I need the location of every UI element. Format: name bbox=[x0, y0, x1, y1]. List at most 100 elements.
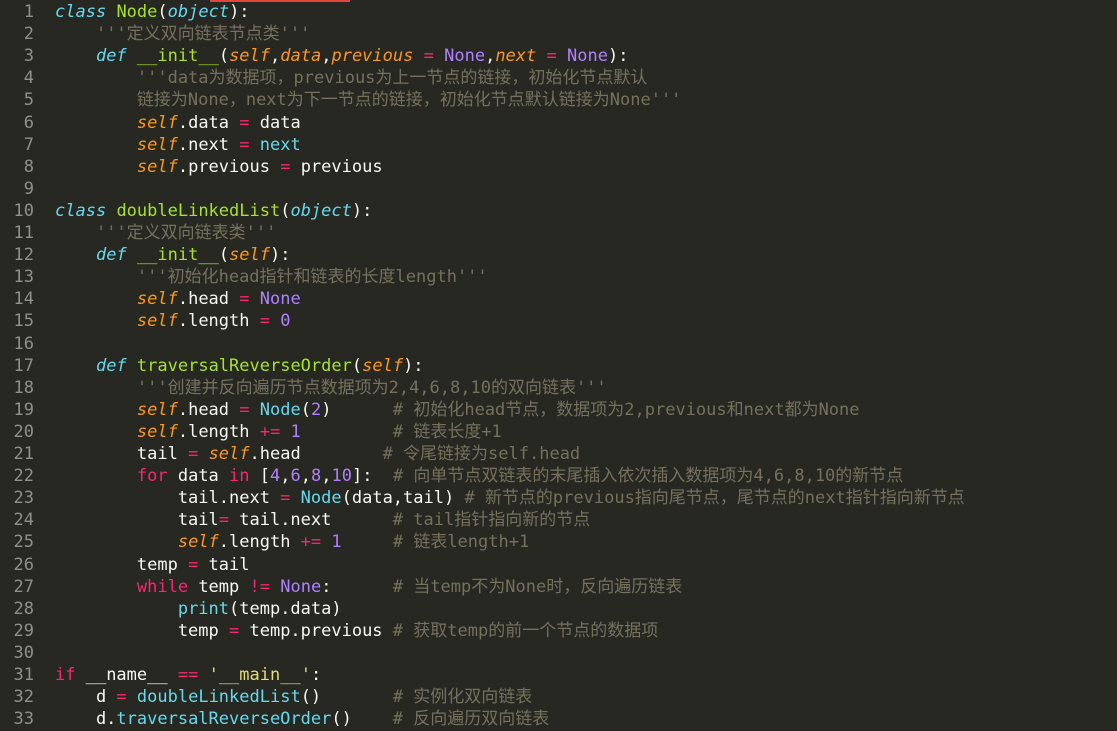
code-line[interactable]: 20 self.length += 1 # 链表长度+1 bbox=[0, 421, 1117, 443]
code-line[interactable]: 33 d.traversalReverseOrder() # 反向遍历双向链表 bbox=[0, 708, 1117, 730]
code-text[interactable]: '''创建并反向遍历节点数据项为2,4,6,8,10的双向链表''' bbox=[55, 377, 607, 399]
code-text[interactable]: '''初始化head指针和链表的长度length''' bbox=[55, 266, 488, 288]
code-text[interactable]: self.data = data bbox=[55, 112, 301, 134]
code-token: .head bbox=[177, 399, 240, 420]
code-text[interactable]: tail = self.head # 令尾链接为self.head bbox=[55, 443, 580, 465]
code-text[interactable]: self.head = Node(2) # 初始化head节点，数据项为2,pr… bbox=[55, 399, 860, 421]
code-line[interactable]: 9 bbox=[0, 178, 1117, 200]
line-number: 24 bbox=[13, 510, 34, 531]
code-line[interactable]: 13 '''初始化head指针和链表的长度length''' bbox=[0, 266, 1117, 288]
line-number: 16 bbox=[13, 333, 34, 354]
code-line[interactable]: 3 def __init__(self,data,previous = None… bbox=[0, 45, 1117, 67]
code-line[interactable]: 15 self.length = 0 bbox=[0, 310, 1117, 332]
code-text[interactable]: if __name__ == '__main__': bbox=[55, 664, 321, 686]
code-text[interactable]: tail.next = Node(data,tail) # 新节点的previo… bbox=[55, 487, 965, 509]
code-text[interactable]: '''定义双向链表类''' bbox=[55, 222, 276, 244]
code-token: , bbox=[485, 46, 496, 67]
code-line[interactable]: 17 def traversalReverseOrder(self): bbox=[0, 355, 1117, 377]
code-token: ( bbox=[300, 399, 311, 420]
code-line[interactable]: 27 while temp != None: # 当temp不为None时，反向… bbox=[0, 576, 1117, 598]
code-text[interactable]: for data in [4,6,8,10]: # 向单节点双链表的末尾插入依次… bbox=[55, 465, 903, 487]
code-line[interactable]: 10 class doubleLinkedList(object): bbox=[0, 200, 1117, 222]
code-text[interactable]: while temp != None: # 当temp不为None时，反向遍历链… bbox=[55, 576, 682, 598]
code-text[interactable]: self.length += 1 # 链表length+1 bbox=[55, 531, 529, 553]
code-line[interactable]: 5 链接为None，next为下一节点的链接，初始化节点默认链接为None''' bbox=[0, 89, 1117, 111]
line-number: 18 bbox=[13, 377, 34, 398]
code-line[interactable]: 4 '''data为数据项，previous为上一节点的链接，初始化节点默认 bbox=[0, 67, 1117, 89]
code-token: # 令尾链接为self.head bbox=[382, 444, 581, 464]
code-token: 1 bbox=[331, 532, 342, 553]
code-token: != bbox=[249, 576, 270, 597]
code-line[interactable]: 32 d = doubleLinkedList() # 实例化双向链表 bbox=[0, 686, 1117, 708]
code-token: data bbox=[280, 46, 322, 67]
code-text[interactable]: self.next = next bbox=[55, 134, 301, 156]
code-line[interactable]: 29 temp = temp.previous # 获取temp的前一个节点的数… bbox=[0, 620, 1117, 642]
line-number: 4 bbox=[23, 68, 34, 89]
code-text[interactable]: d.traversalReverseOrder() # 反向遍历双向链表 bbox=[55, 708, 549, 730]
code-text[interactable]: self.head = None bbox=[55, 288, 301, 310]
code-text[interactable]: 链接为None，next为下一节点的链接，初始化节点默认链接为None''' bbox=[55, 89, 682, 111]
code-token: None bbox=[444, 46, 486, 67]
line-number: 9 bbox=[23, 178, 34, 199]
code-token: None bbox=[280, 576, 322, 597]
code-token: .data bbox=[177, 112, 240, 133]
code-line[interactable]: 22 for data in [4,6,8,10]: # 向单节点双链表的末尾插… bbox=[0, 465, 1117, 487]
code-token: 2 bbox=[310, 399, 322, 420]
code-token: = bbox=[423, 46, 434, 67]
code-text[interactable]: temp = tail bbox=[55, 554, 250, 576]
code-line[interactable]: 12 def __init__(self): bbox=[0, 244, 1117, 266]
code-line[interactable]: 23 tail.next = Node(data,tail) # 新节点的pre… bbox=[0, 487, 1117, 509]
code-text[interactable]: def traversalReverseOrder(self): bbox=[55, 355, 424, 377]
code-line[interactable]: 16 bbox=[0, 333, 1117, 355]
code-text[interactable]: tail= tail.next # tail指针指向新的节点 bbox=[55, 509, 590, 531]
code-token: [ bbox=[249, 466, 270, 487]
code-line[interactable]: 7 self.next = next bbox=[0, 134, 1117, 156]
code-token: # 链表length+1 bbox=[392, 532, 530, 553]
code-token: = bbox=[280, 156, 291, 177]
code-text[interactable]: temp = temp.previous # 获取temp的前一个节点的数据项 bbox=[55, 620, 658, 642]
code-line[interactable]: 24 tail= tail.next # tail指针指向新的节点 bbox=[0, 509, 1117, 531]
code-line[interactable]: 2 '''定义双向链表节点类''' bbox=[0, 23, 1117, 45]
code-line[interactable]: 19 self.head = Node(2) # 初始化head节点，数据项为2… bbox=[0, 399, 1117, 421]
code-line[interactable]: 25 self.length += 1 # 链表length+1 bbox=[0, 531, 1117, 553]
code-line[interactable]: 6 self.data = data bbox=[0, 112, 1117, 134]
code-token: '''初始化head指针和链表的长度length''' bbox=[136, 267, 488, 288]
code-token: 1 bbox=[290, 421, 301, 442]
code-text[interactable]: print(temp.data) bbox=[55, 598, 342, 620]
code-token: 10 bbox=[331, 466, 352, 487]
code-text[interactable]: '''定义双向链表节点类''' bbox=[55, 23, 310, 45]
code-text[interactable]: class doubleLinkedList(object): bbox=[55, 200, 372, 222]
code-text[interactable]: def __init__(self): bbox=[55, 244, 291, 266]
line-number: 19 bbox=[13, 399, 34, 420]
line-number: 14 bbox=[13, 289, 34, 310]
code-text[interactable]: self.length = 0 bbox=[55, 310, 291, 332]
line-number: 6 bbox=[23, 112, 34, 133]
code-text[interactable]: def __init__(self,data,previous = None,n… bbox=[55, 45, 629, 67]
code-token: ): bbox=[403, 355, 424, 376]
code-token: next bbox=[259, 134, 301, 155]
code-token: self bbox=[136, 399, 178, 420]
code-text[interactable]: '''data为数据项，previous为上一节点的链接，初始化节点默认 bbox=[55, 67, 648, 89]
code-token: ( bbox=[218, 245, 230, 266]
code-token: # 向单节点双链表的末尾插入依次插入数据项为4,6,8,10的新节点 bbox=[392, 466, 904, 487]
code-text[interactable]: d = doubleLinkedList() # 实例化双向链表 bbox=[55, 686, 532, 708]
code-line[interactable]: 28 print(temp.data) bbox=[0, 598, 1117, 620]
code-line[interactable]: 8 self.previous = previous bbox=[0, 156, 1117, 178]
code-line[interactable]: 26 temp = tail bbox=[0, 554, 1117, 576]
code-line[interactable]: 21 tail = self.head # 令尾链接为self.head bbox=[0, 443, 1117, 465]
code-text[interactable]: self.length += 1 # 链表长度+1 bbox=[55, 421, 502, 443]
code-text[interactable]: self.previous = previous bbox=[55, 156, 383, 178]
code-line[interactable]: 31 if __name__ == '__main__': bbox=[0, 664, 1117, 686]
code-line[interactable]: 14 self.head = None bbox=[0, 288, 1117, 310]
code-line[interactable]: 18 '''创建并反向遍历节点数据项为2,4,6,8,10的双向链表''' bbox=[0, 377, 1117, 399]
code-text[interactable]: class Node(object): bbox=[55, 1, 250, 23]
code-line[interactable]: 11 '''定义双向链表类''' bbox=[0, 222, 1117, 244]
code-line[interactable]: 30 bbox=[0, 642, 1117, 664]
code-line[interactable]: 1 class Node(object): bbox=[0, 1, 1117, 23]
code-editor[interactable]: 1 class Node(object): 2 '''定义双向链表节点类''' 3 d… bbox=[0, 0, 1117, 731]
line-number: 7 bbox=[23, 134, 34, 155]
